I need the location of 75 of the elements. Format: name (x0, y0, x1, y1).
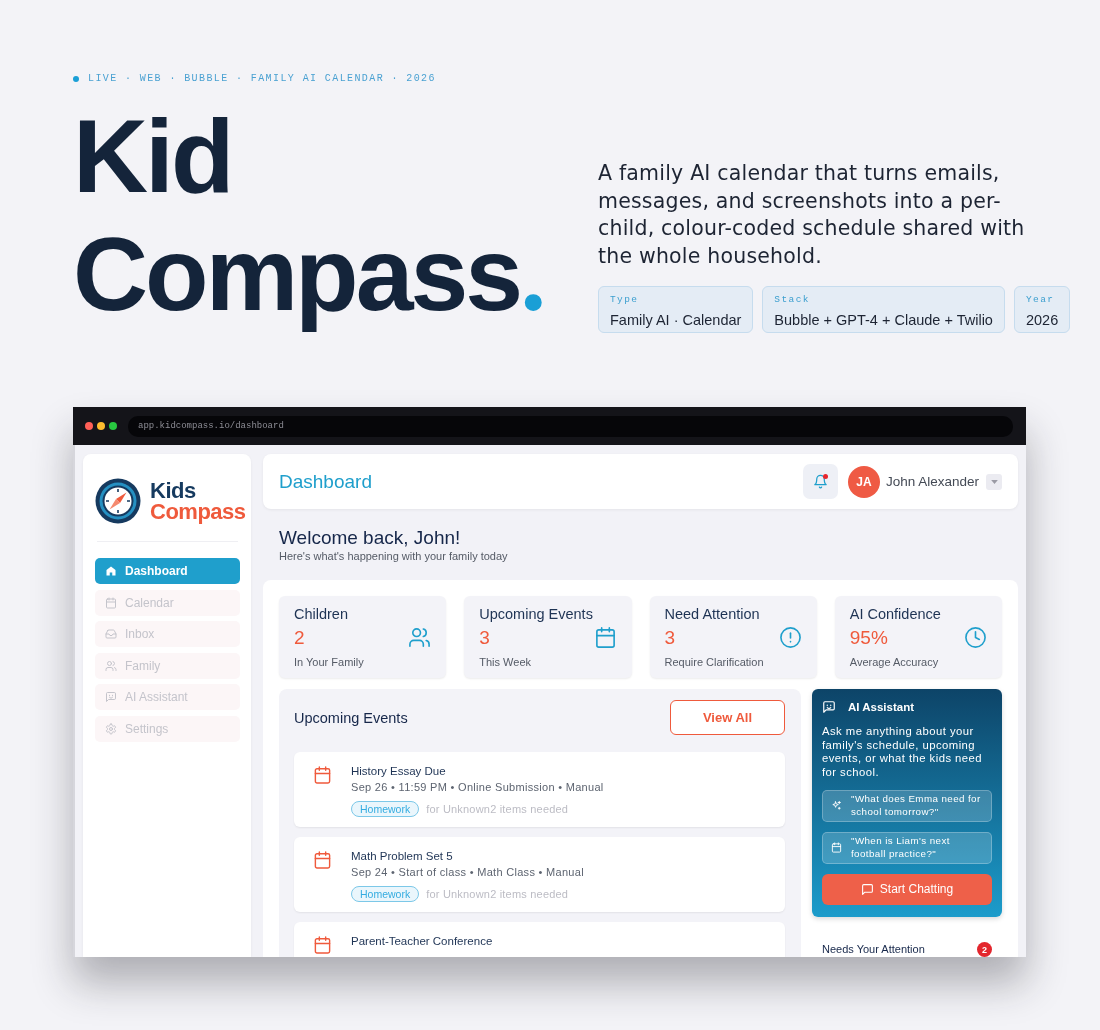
view-all-button[interactable]: View All (670, 700, 785, 735)
close-dot-icon[interactable] (85, 422, 93, 430)
category-tag: Homework (351, 886, 420, 902)
stat-value: 3 (479, 627, 491, 649)
calendar-icon (831, 842, 842, 854)
notifications-button[interactable] (802, 464, 838, 499)
minimize-dot-icon[interactable] (97, 422, 105, 430)
event-title: History Essay Due (351, 764, 447, 779)
info-value: Bubble + GPT-4 + Claude + Twilio (774, 311, 993, 329)
alert-icon (778, 625, 802, 649)
page-title: Dashboard (279, 470, 372, 493)
people-icon (105, 659, 117, 672)
calendar-icon (313, 935, 332, 955)
bell-icon (812, 474, 828, 489)
stat-caption: In Your Family (294, 655, 364, 669)
event-details: Sep 26 • 11:59 PM • Online Submission • Manual (351, 780, 604, 795)
chat-bot-icon (822, 700, 836, 714)
stat-label: Children (294, 605, 349, 623)
stat-value: 2 (294, 627, 306, 649)
settings-icon (105, 722, 117, 735)
event-title: Parent-Teacher Conference (351, 934, 493, 949)
suggestion-button[interactable]: "What does Emma need for school tomorrow?" (822, 789, 992, 822)
start-chat-button[interactable]: Start Chatting (822, 873, 992, 905)
sparkle-icon (831, 800, 842, 812)
info-label: Type (610, 294, 640, 306)
event-card[interactable]: Parent-Teacher Conference (294, 922, 785, 957)
chat-bot-icon (105, 691, 117, 703)
event-note: for Unknown2 items needed (426, 803, 569, 815)
hero-description: A family AI calendar that turns emails, messages, and screenshots into a per-child, colour-coded schedule shared with the whole household. (598, 160, 1026, 270)
assistant-description: Ask me anything about your family's schedule, upcoming events, or what the kids need for school. (822, 725, 983, 780)
info-label: Stack (774, 294, 811, 306)
calendar-icon (105, 596, 117, 609)
home-icon (105, 565, 117, 577)
info-label: Year (1025, 294, 1056, 306)
stat-label: Need Attention (664, 605, 761, 623)
calendar-icon (593, 625, 617, 649)
welcome-heading: Welcome back, John! (279, 527, 462, 549)
count-badge: 2 (977, 942, 992, 957)
stat-caption: Require Clarification (664, 655, 764, 669)
event-note: for Unknown2 items needed (426, 888, 569, 900)
suggestion-button[interactable]: "When is Liam's next football practice?" (822, 831, 992, 864)
event-title: Math Problem Set 5 (351, 849, 454, 864)
people-icon (408, 625, 432, 649)
logo-text: Kids Compass (150, 480, 246, 522)
nav-item[interactable]: Dashboard (95, 558, 240, 584)
info-value: Family AI · Calendar (610, 311, 742, 329)
address-bar[interactable]: app.kidcompass.io/dashboard (128, 415, 1013, 437)
calendar-icon (313, 850, 332, 870)
compass-logo-icon (95, 478, 141, 524)
inbox-icon (105, 628, 117, 640)
calendar-icon (313, 765, 332, 785)
stat-value: 95% (849, 627, 889, 649)
stat-caption: Average Accuracy (849, 655, 940, 669)
avatar[interactable]: JA (847, 465, 880, 498)
caret-icon (990, 479, 998, 484)
hero-title: Kid Compass. (73, 97, 548, 334)
attention-title: Needs Your Attention (822, 942, 925, 957)
welcome-subtitle: Here's what's happening with your family today (279, 549, 509, 563)
section-title: Upcoming Events (294, 709, 408, 726)
stat-caption: This Week (479, 655, 532, 669)
info-value: 2026 (1025, 311, 1059, 329)
category-tag: Homework (351, 801, 420, 817)
user-name[interactable]: John Alexander (885, 474, 979, 489)
event-details: Sep 24 • Start of class • Math Class • Manual (351, 865, 584, 880)
assistant-title: AI Assistant (848, 701, 915, 713)
stat-label: Upcoming Events (479, 605, 593, 623)
stat-label: AI Confidence (849, 605, 941, 623)
event-card[interactable]: Math Problem Set 5 Sep 24 • Start of class • Math Class • Manual Homework for Unknown2 items needed (294, 837, 785, 912)
message-icon (860, 882, 874, 896)
clock-icon (964, 625, 987, 649)
stat-value: 3 (664, 627, 677, 649)
tagline: LIVE · WEB · BUBBLE · FAMILY AI CALENDAR · 2026 (88, 72, 436, 86)
event-card[interactable]: History Essay Due Sep 26 • 11:59 PM • Online Submission • Manual Homework for Unknown2 items needed (294, 752, 785, 827)
dropdown-button[interactable] (986, 473, 1002, 490)
maximize-dot-icon[interactable] (109, 422, 117, 430)
